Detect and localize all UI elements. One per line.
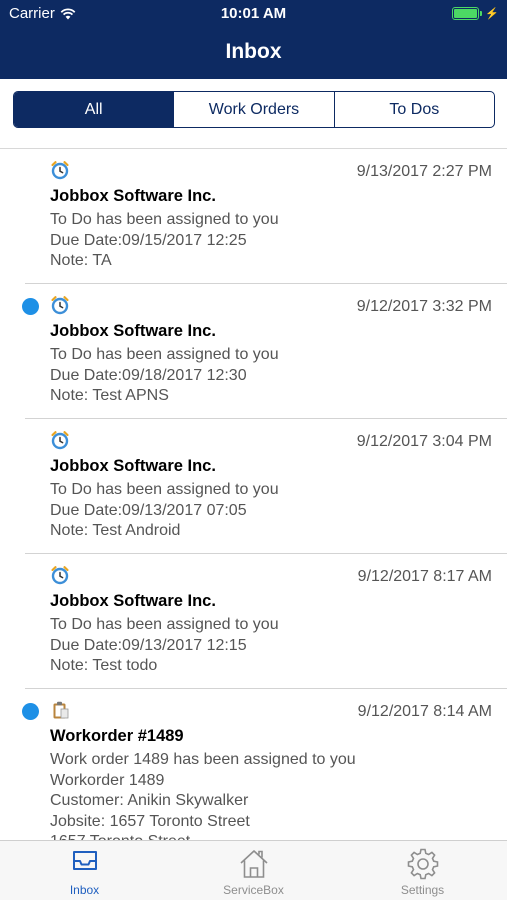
list-item[interactable]: 9/12/2017 8:17 AM Jobbox Software Inc. T… [0, 554, 507, 689]
alarm-clock-icon [51, 296, 69, 315]
message-line: To Do has been assigned to you [50, 616, 279, 633]
alarm-clock-icon [51, 431, 69, 450]
alarm-clock-icon [51, 161, 69, 180]
message-sender: Workorder #1489 [50, 727, 184, 745]
message-body: To Do has been assigned to you Due Date:… [50, 480, 279, 542]
unread-dot [22, 298, 39, 315]
clipboard-icon [53, 701, 69, 719]
list-item[interactable]: 9/12/2017 3:04 PM Jobbox Software Inc. T… [0, 419, 507, 554]
navigation-bar: Carrier 10:01 AM ⚡ Inbox [0, 0, 507, 79]
segment-to-dos[interactable]: To Dos [333, 92, 494, 127]
battery-icon: ⚡ [452, 7, 499, 20]
list-item[interactable]: 9/12/2017 8:14 AM Workorder #1489 Work o… [0, 689, 507, 840]
segment-work-orders[interactable]: Work Orders [173, 92, 333, 127]
message-line: Due Date:09/18/2017 12:30 [50, 366, 247, 384]
message-date: 9/12/2017 8:17 AM [357, 568, 492, 585]
charging-bolt-icon: ⚡ [485, 8, 499, 20]
tab-label: Inbox [69, 883, 100, 897]
list-item[interactable]: 9/12/2017 3:32 PM Jobbox Software Inc. T… [0, 284, 507, 419]
message-line: To Do has been assigned to you [50, 346, 279, 363]
message-line: Work order 1489 has been assigned to you [50, 751, 356, 768]
message-sender: Jobbox Software Inc. [50, 322, 216, 340]
page-title: Inbox [225, 40, 282, 63]
unread-dot [22, 703, 39, 720]
message-date: 9/12/2017 3:04 PM [356, 433, 492, 450]
tab-label: ServiceBox [223, 883, 284, 897]
message-line: To Do has been assigned to you [50, 481, 279, 498]
segment-all[interactable]: All [14, 92, 174, 127]
list-item[interactable]: 9/13/2017 2:27 PM Jobbox Software Inc. T… [0, 149, 507, 284]
message-body: Work order 1489 has been assigned to you… [50, 750, 356, 840]
house-icon [239, 850, 268, 878]
message-body: To Do has been assigned to you Due Date:… [50, 210, 279, 272]
message-line: To Do has been assigned to you [50, 211, 279, 228]
message-list: 9/13/2017 2:27 PM Jobbox Software Inc. T… [0, 149, 507, 840]
status-bar: Carrier 10:01 AM ⚡ [0, 0, 507, 28]
tab-settings[interactable]: Settings [338, 841, 507, 900]
tab-bar: Inbox ServiceBox Settings [0, 840, 507, 900]
message-sender: Jobbox Software Inc. [50, 187, 216, 205]
message-line: Due Date:09/15/2017 12:25 [50, 231, 247, 249]
tab-servicebox[interactable]: ServiceBox [169, 841, 338, 900]
message-line: Workorder 1489 [50, 771, 165, 789]
message-line: Note: Test Android [50, 522, 181, 539]
message-line: Customer: Anikin Skywalker [50, 792, 249, 809]
message-line: Due Date:09/13/2017 07:05 [50, 501, 247, 519]
inbox-tray-icon [72, 851, 97, 870]
message-line: Due Date:09/13/2017 12:15 [50, 636, 247, 654]
inbox-filter-segmented-control: All Work Orders To Dos [13, 91, 495, 128]
tab-inbox[interactable]: Inbox [0, 841, 169, 900]
message-sender: Jobbox Software Inc. [50, 457, 216, 475]
message-date: 9/12/2017 8:14 AM [357, 703, 492, 720]
gear-icon [407, 848, 438, 880]
message-line: Note: TA [50, 252, 112, 269]
message-body: To Do has been assigned to you Due Date:… [50, 615, 279, 677]
message-date: 9/12/2017 3:32 PM [356, 298, 492, 315]
message-date: 9/13/2017 2:27 PM [356, 163, 492, 180]
message-line: Jobsite: 1657 Toronto Street [50, 812, 250, 830]
message-line: Note: Test todo [50, 657, 158, 674]
tab-label: Settings [400, 883, 445, 897]
message-body: To Do has been assigned to you Due Date:… [50, 345, 279, 407]
message-line: Note: Test APNS [50, 387, 169, 404]
alarm-clock-icon [51, 566, 69, 585]
message-line: 1657 Toronto Street [50, 832, 356, 840]
status-time: 10:01 AM [220, 5, 287, 22]
message-sender: Jobbox Software Inc. [50, 592, 216, 610]
